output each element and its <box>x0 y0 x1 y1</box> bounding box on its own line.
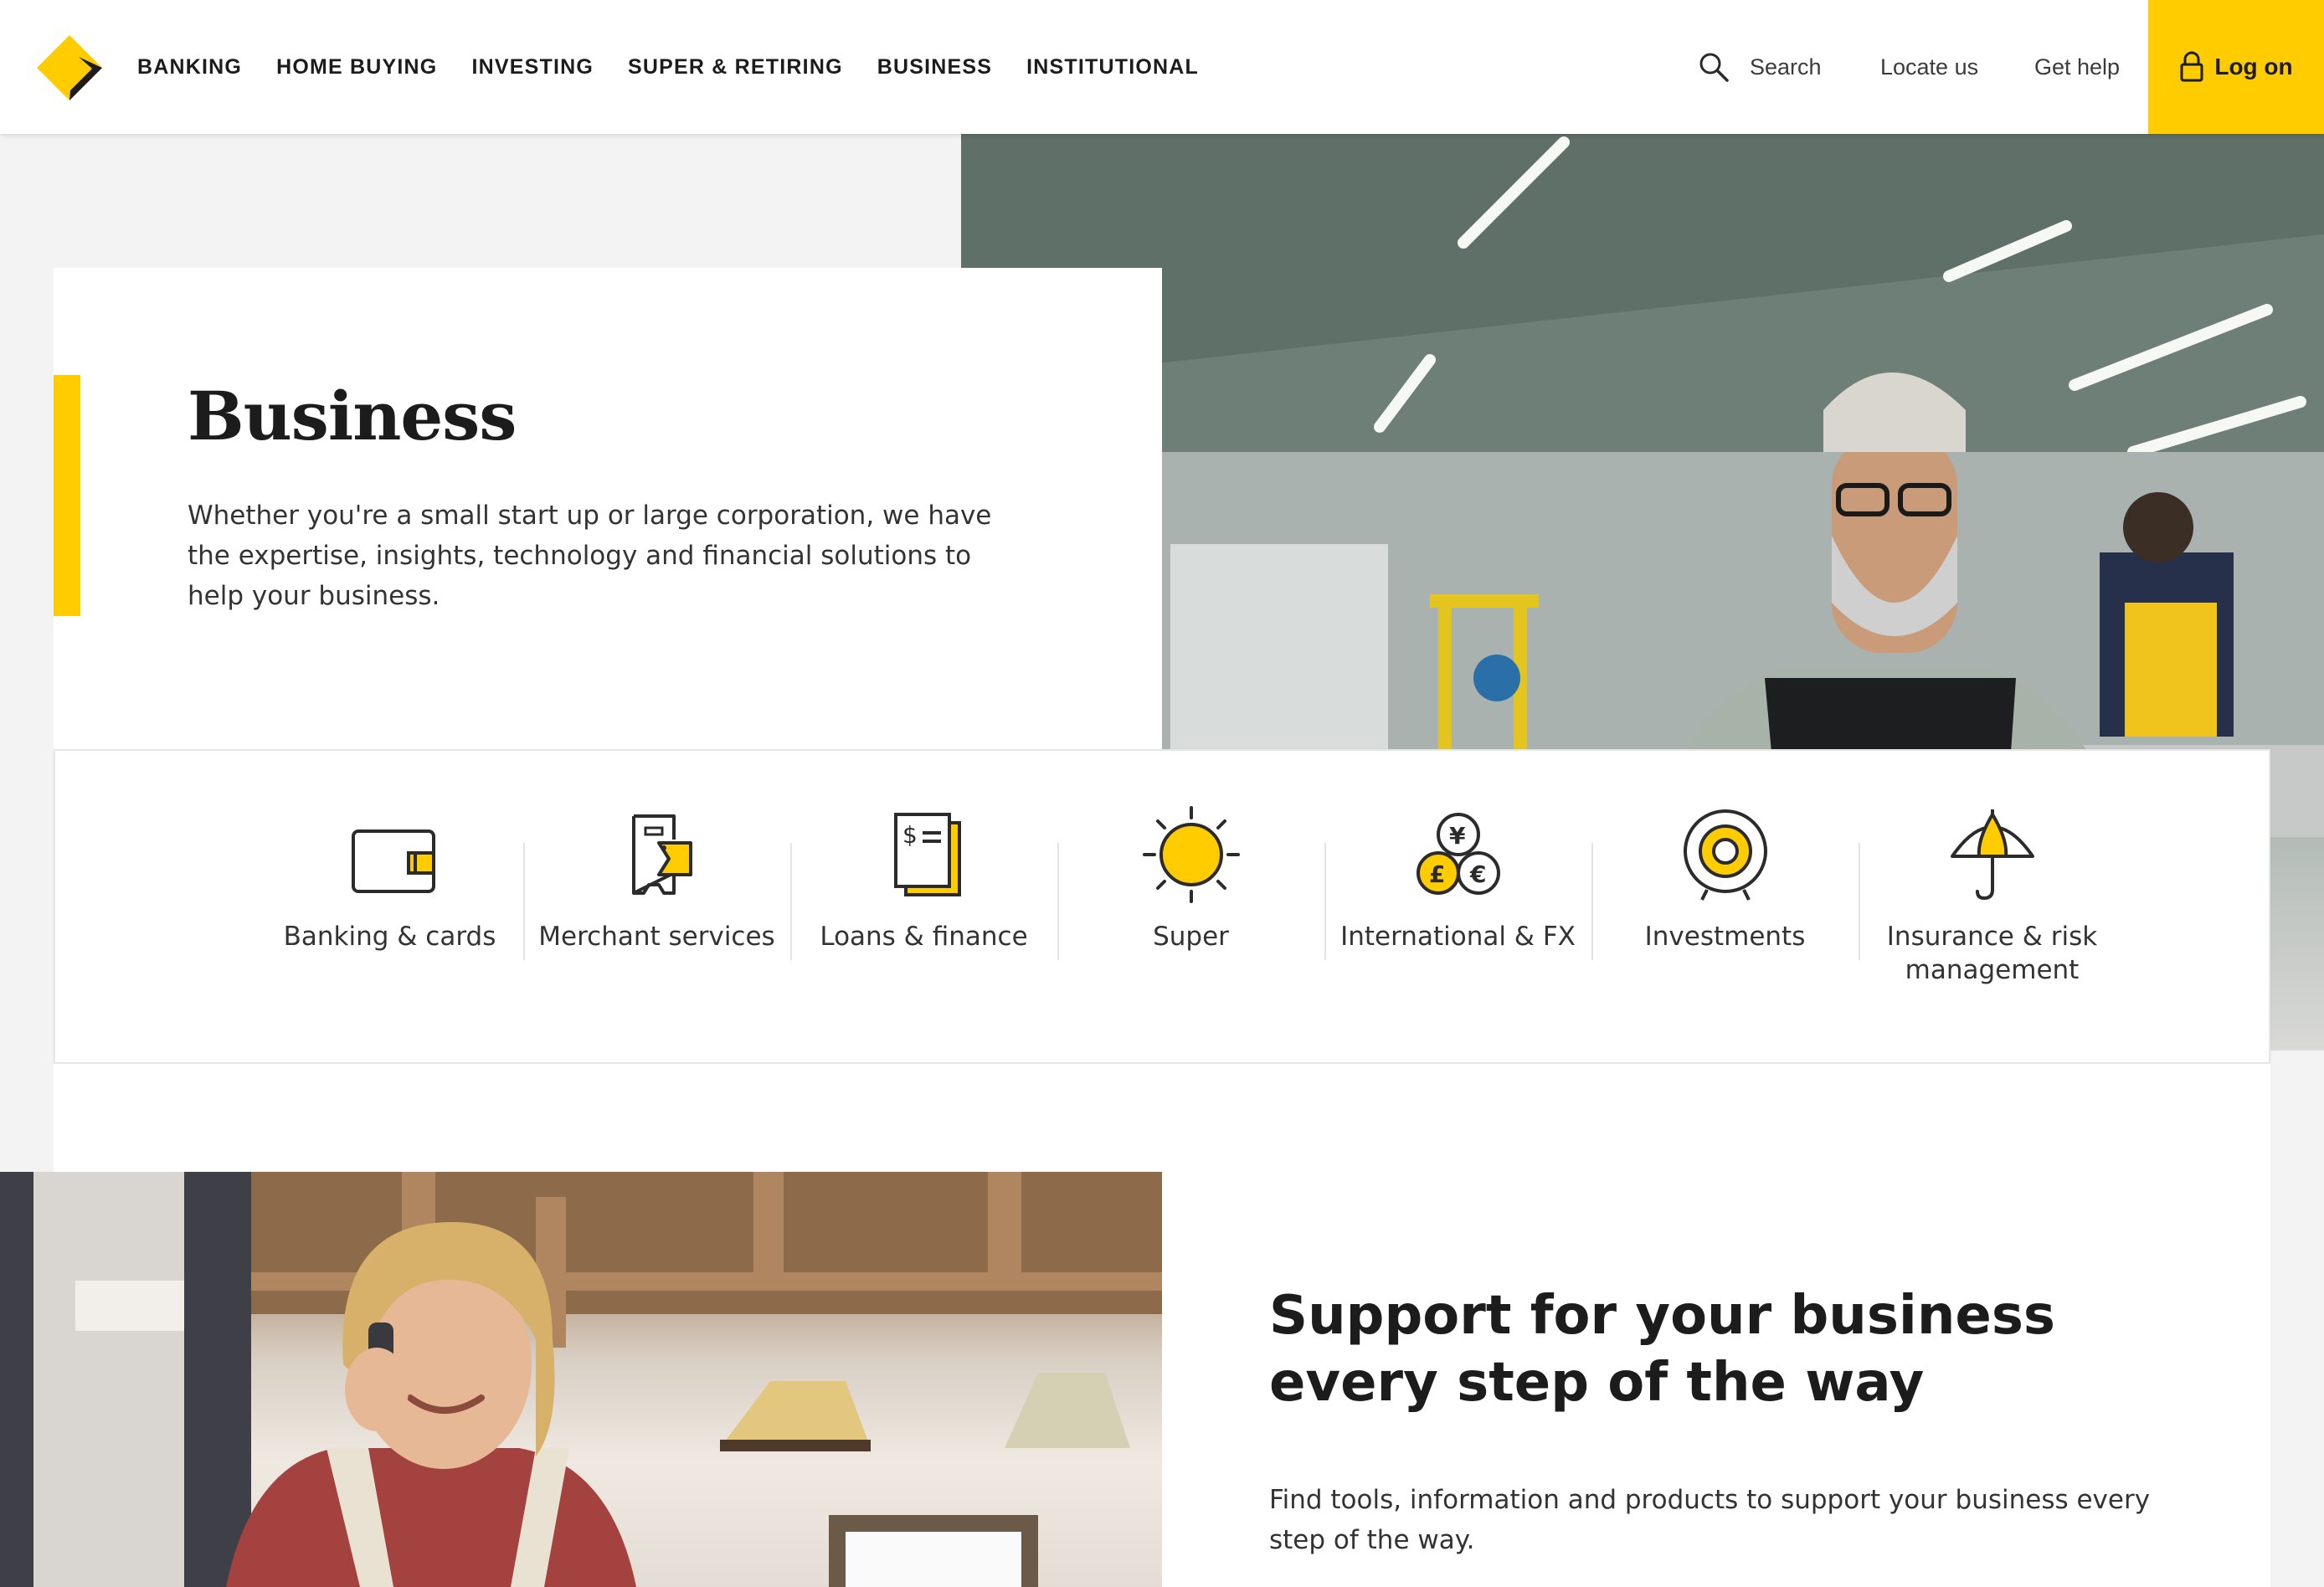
category-merchant-services[interactable]: Merchant services <box>523 751 790 1066</box>
hero-description: Whether you're a small start up or large… <box>188 501 992 611</box>
nav-banking[interactable]: BANKING <box>137 55 242 80</box>
category-label: Investments <box>1644 922 1806 952</box>
page-title: Business <box>188 377 517 455</box>
search-button[interactable]: Search <box>1698 0 1822 134</box>
category-label: Super <box>1153 922 1229 952</box>
log-on-label: Log on <box>2214 54 2293 80</box>
target-icon <box>1683 809 1767 901</box>
svg-text:¥: ¥ <box>1449 822 1466 850</box>
svg-text:£: £ <box>1429 860 1445 888</box>
svg-text:€: € <box>1469 860 1486 888</box>
support-photo-illustration <box>0 1172 1162 1587</box>
locate-us-link[interactable]: Locate us <box>1880 54 1978 80</box>
search-icon <box>1699 53 1729 82</box>
nav-institutional[interactable]: INSTITUTIONAL <box>1026 55 1199 80</box>
support-image-woman-on-phone <box>0 1172 1162 1587</box>
wallet-icon <box>351 829 435 893</box>
business-categories: Banking & cards Merchant services $ Loan… <box>54 749 2270 1064</box>
document-dollar-icon: $ <box>893 813 961 896</box>
svg-text:$: $ <box>902 821 918 849</box>
umbrella-icon <box>1950 809 2034 901</box>
nav-business[interactable]: BUSINESS <box>877 55 992 80</box>
category-super[interactable]: Super <box>1057 751 1324 1066</box>
primary-nav: BANKING HOME BUYING INVESTING SUPER & RE… <box>137 0 1233 134</box>
category-insurance-risk[interactable]: Insurance & risk management <box>1859 751 2126 1066</box>
category-banking-cards[interactable]: Banking & cards <box>256 751 523 1066</box>
lock-icon <box>2180 51 2203 82</box>
support-description: Find tools, information and products to … <box>1269 1485 2151 1555</box>
category-label: Insurance & risk management <box>1886 922 2098 985</box>
hero-card: Business Whether you're a small start up… <box>54 268 1162 749</box>
brand-logo[interactable] <box>33 32 105 104</box>
category-row: Banking & cards Merchant services $ Loan… <box>256 751 2126 1066</box>
nav-home-buying[interactable]: HOME BUYING <box>276 55 437 80</box>
category-investments[interactable]: Investments <box>1591 751 1859 1066</box>
site-header: BANKING HOME BUYING INVESTING SUPER & RE… <box>0 0 2324 134</box>
hero-accent-bar <box>54 375 80 616</box>
eftpos-terminal-icon <box>631 814 692 895</box>
category-loans-finance[interactable]: $ Loans & finance <box>790 751 1057 1066</box>
category-label: Banking & cards <box>283 922 496 952</box>
nav-investing[interactable]: INVESTING <box>471 55 594 80</box>
category-label: International & FX <box>1340 922 1576 952</box>
search-label: Search <box>1750 54 1822 80</box>
support-title: Support for your business every step of … <box>1269 1285 2055 1414</box>
currency-coins-icon: ¥ £ € <box>1416 813 1500 895</box>
category-label: Merchant services <box>538 922 775 952</box>
sun-icon <box>1142 806 1240 903</box>
category-international-fx[interactable]: ¥ £ € International & FX <box>1324 751 1591 1066</box>
category-label: Loans & finance <box>820 922 1028 952</box>
get-help-link[interactable]: Get help <box>2034 54 2120 80</box>
log-on-button[interactable]: Log on <box>2148 0 2324 134</box>
nav-super-retiring[interactable]: SUPER & RETIRING <box>628 55 843 80</box>
